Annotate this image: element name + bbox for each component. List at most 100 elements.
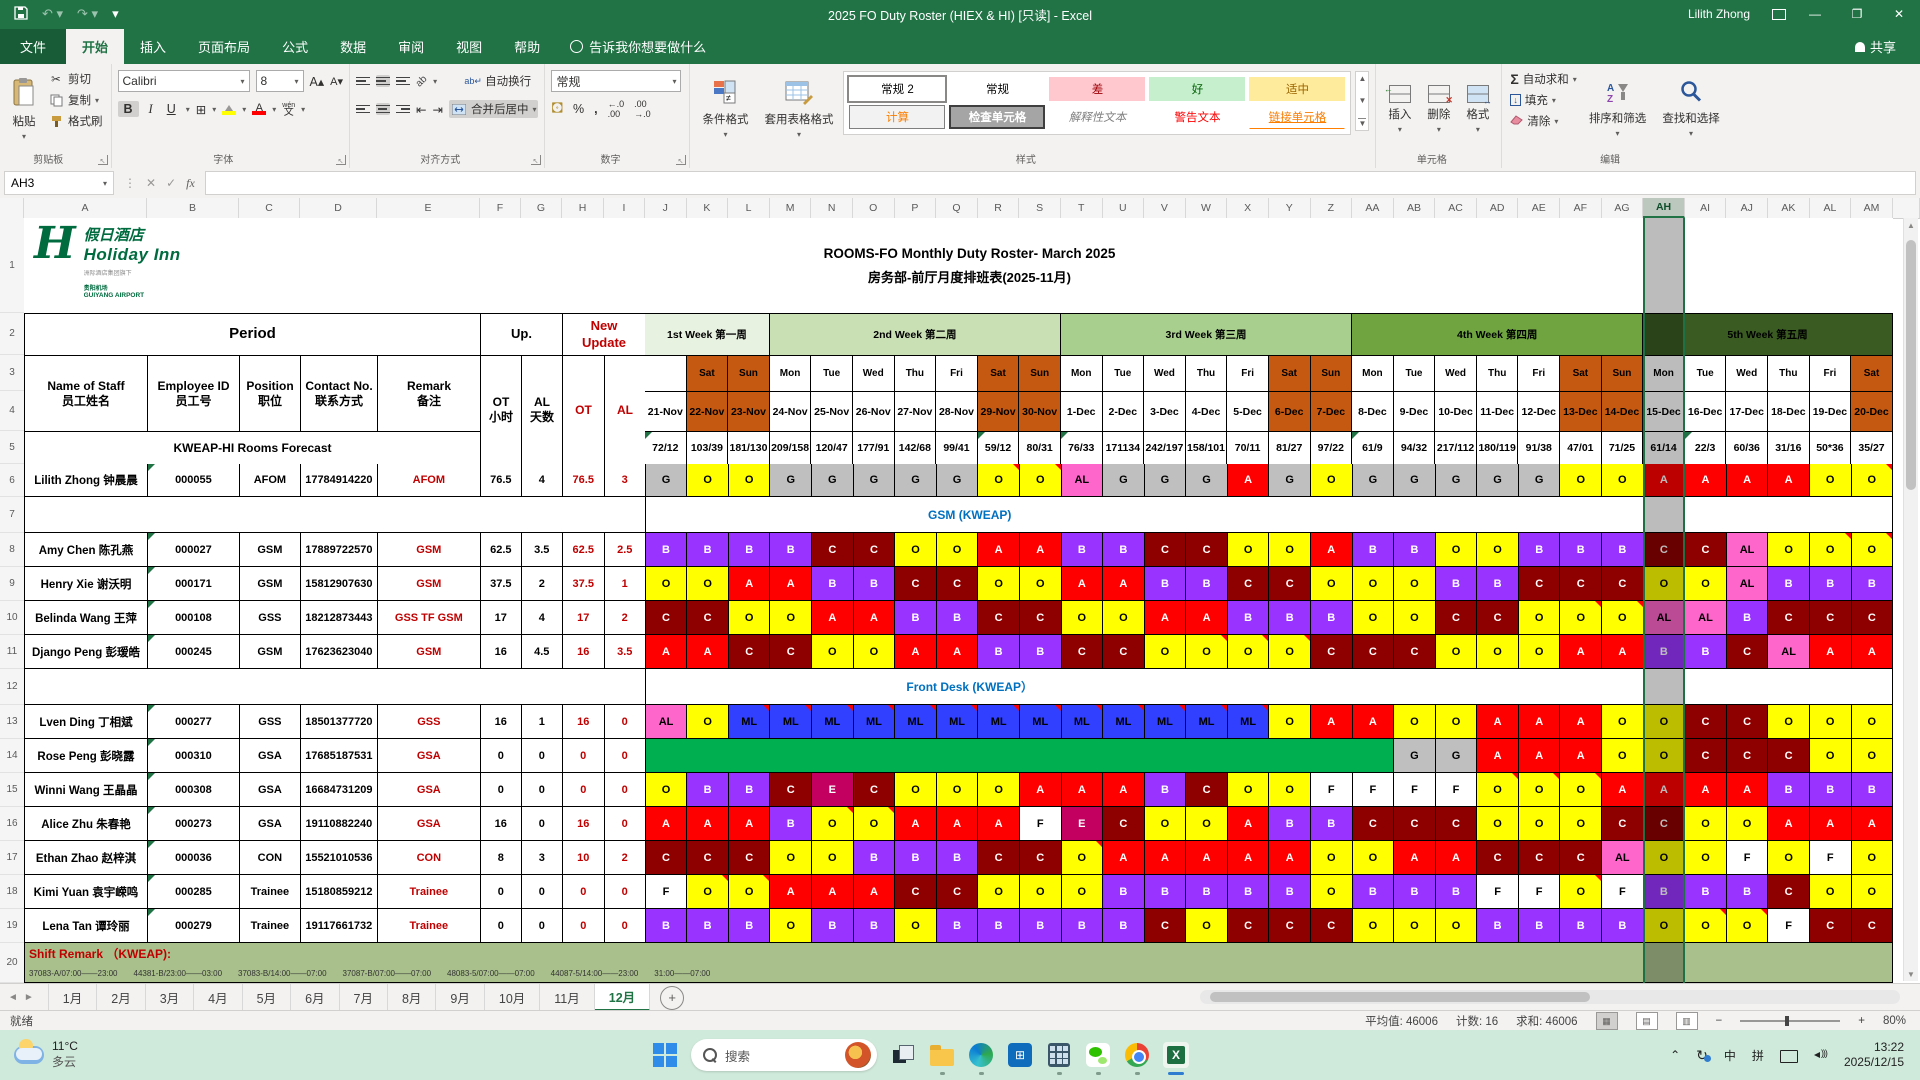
update-ot-cell[interactable]: 16 bbox=[563, 705, 605, 739]
shift-cell[interactable]: C bbox=[937, 567, 979, 601]
shift-cell[interactable]: B bbox=[1852, 567, 1894, 601]
update-al-cell[interactable]: 0 bbox=[605, 739, 646, 773]
shift-cell[interactable]: A bbox=[1768, 807, 1810, 841]
shift-cell[interactable]: O bbox=[1852, 533, 1894, 567]
shift-cell[interactable]: C bbox=[1852, 601, 1894, 635]
col-header-S[interactable]: S bbox=[1019, 198, 1061, 218]
day-header-15[interactable]: Fri bbox=[1227, 356, 1269, 392]
shift-cell[interactable]: A bbox=[1311, 705, 1353, 739]
day-header-27[interactable]: Wed bbox=[1726, 356, 1768, 392]
shift-cell[interactable]: C bbox=[1186, 533, 1228, 567]
decrease-indent-icon[interactable]: ⇤ bbox=[416, 102, 426, 117]
shift-cell[interactable]: C bbox=[1145, 533, 1187, 567]
shift-cell[interactable]: O bbox=[687, 567, 729, 601]
shift-cell[interactable]: A bbox=[1727, 773, 1769, 807]
shift-cell[interactable]: G bbox=[895, 464, 937, 497]
date-header-10-Dec[interactable]: 10-Dec bbox=[1435, 392, 1477, 432]
shift-cell[interactable]: B bbox=[1269, 875, 1311, 909]
shift-cell[interactable]: B bbox=[1436, 875, 1478, 909]
tell-me-search[interactable]: 告诉我你想要做什么 bbox=[556, 29, 720, 64]
day-header-4[interactable]: Mon bbox=[770, 356, 812, 392]
ot-hours-cell[interactable]: 0 bbox=[481, 909, 522, 943]
header-col-1[interactable]: Name of Staff员工姓名 bbox=[25, 356, 148, 432]
shift-cell[interactable]: ML bbox=[812, 705, 854, 739]
shift-cell[interactable]: O bbox=[812, 841, 854, 875]
shift-cell[interactable]: O bbox=[1311, 875, 1353, 909]
shift-cell[interactable]: ML bbox=[895, 705, 937, 739]
col-header-N[interactable]: N bbox=[811, 198, 853, 218]
shift-cell[interactable]: O bbox=[1062, 841, 1104, 875]
shift-cell[interactable]: O bbox=[1477, 807, 1519, 841]
page-layout-view-icon[interactable]: ▤ bbox=[1636, 1012, 1658, 1030]
shift-cell[interactable]: O bbox=[1228, 635, 1270, 669]
shift-cell[interactable]: B bbox=[1477, 909, 1519, 943]
shift-cell[interactable]: O bbox=[1436, 705, 1478, 739]
shift-cell[interactable]: B bbox=[1394, 875, 1436, 909]
left-header-block[interactable]: PeriodUp.NewUpdateName of Staff员工姓名Emplo… bbox=[24, 313, 646, 465]
update-al-cell[interactable]: 0 bbox=[605, 909, 646, 943]
remark-cell[interactable]: GSM bbox=[378, 635, 481, 669]
contact-no-cell[interactable]: 18501377720 bbox=[301, 705, 378, 739]
shift-cell[interactable]: E bbox=[812, 773, 854, 807]
day-header-13[interactable]: Wed bbox=[1144, 356, 1186, 392]
position-cell[interactable]: Trainee bbox=[240, 875, 301, 909]
day-header-6[interactable]: Wed bbox=[853, 356, 895, 392]
remark-cell[interactable]: Trainee bbox=[378, 875, 481, 909]
shift-cell[interactable]: G bbox=[1394, 464, 1436, 497]
page-break-view-icon[interactable]: ▥ bbox=[1676, 1012, 1698, 1030]
taskbar-clock[interactable]: 13:22 2025/12/15 bbox=[1844, 1040, 1904, 1070]
date-header-26-Nov[interactable]: 26-Nov bbox=[853, 392, 895, 432]
col-header-O[interactable]: O bbox=[853, 198, 895, 218]
shift-cell[interactable]: A bbox=[1477, 739, 1519, 773]
shift-cell[interactable]: F bbox=[1519, 875, 1561, 909]
date-header-16-Dec[interactable]: 16-Dec bbox=[1685, 392, 1727, 432]
day-header-5[interactable]: Tue bbox=[811, 356, 853, 392]
shift-cell[interactable]: C bbox=[1477, 601, 1519, 635]
forecast-cell-13[interactable]: 242/197 bbox=[1144, 432, 1186, 465]
date-header-6-Dec[interactable]: 6-Dec bbox=[1269, 392, 1311, 432]
row-header-3[interactable]: 3 bbox=[0, 355, 24, 391]
col-header-M[interactable]: M bbox=[770, 198, 812, 218]
date-header-4-Dec[interactable]: 4-Dec bbox=[1186, 392, 1228, 432]
style-gallery-item[interactable]: 适中 bbox=[1249, 77, 1345, 101]
shift-cell[interactable]: O bbox=[1269, 705, 1311, 739]
shift-cell[interactable]: B bbox=[937, 601, 979, 635]
shift-cell[interactable]: A bbox=[1228, 807, 1270, 841]
shift-cell[interactable]: B bbox=[1519, 533, 1561, 567]
contact-no-cell[interactable]: 16684731209 bbox=[301, 773, 378, 807]
number-dialog-launcher[interactable]: ↘ bbox=[676, 155, 686, 165]
shift-cell[interactable]: O bbox=[937, 773, 979, 807]
header-col-3[interactable]: Position职位 bbox=[240, 356, 301, 432]
shift-cell[interactable]: O bbox=[978, 567, 1020, 601]
italic-button[interactable]: I bbox=[145, 101, 157, 118]
shift-cell[interactable]: C bbox=[1727, 635, 1769, 669]
shift-cell[interactable]: A bbox=[687, 807, 729, 841]
forecast-cell-1[interactable]: 72/12 bbox=[645, 432, 687, 465]
shift-cell[interactable]: B bbox=[1519, 909, 1561, 943]
staff-name-cell[interactable]: Django Peng 彭瑷皓 bbox=[25, 635, 148, 669]
staff-name-cell[interactable]: Kimi Yuan 袁宇嵘鸣 bbox=[25, 875, 148, 909]
shift-cell[interactable]: B bbox=[1436, 567, 1478, 601]
update-al-cell[interactable]: 0 bbox=[605, 773, 646, 807]
shift-cell[interactable]: C bbox=[1020, 601, 1062, 635]
day-header-19[interactable]: Tue bbox=[1394, 356, 1436, 392]
font-size-combo[interactable]: 8▾ bbox=[256, 70, 304, 92]
shift-cell[interactable]: A bbox=[1228, 841, 1270, 875]
shift-cell[interactable]: C bbox=[1394, 635, 1436, 669]
shift-cell[interactable]: G bbox=[1477, 464, 1519, 497]
al-days-cell[interactable]: 4 bbox=[522, 464, 563, 497]
shift-cell[interactable]: B bbox=[1269, 807, 1311, 841]
update-ot-cell[interactable]: 0 bbox=[563, 909, 605, 943]
remark-cell[interactable]: GSA bbox=[378, 807, 481, 841]
shift-cell[interactable]: B bbox=[729, 533, 771, 567]
shift-cell[interactable]: O bbox=[1602, 739, 1644, 773]
employee-id-cell[interactable]: 000055 bbox=[148, 464, 240, 497]
date-header-8-Dec[interactable]: 8-Dec bbox=[1352, 392, 1394, 432]
col-header-A[interactable]: A bbox=[24, 198, 147, 218]
shift-cell[interactable]: O bbox=[1852, 705, 1894, 739]
date-header-12-Dec[interactable]: 12-Dec bbox=[1518, 392, 1560, 432]
shift-cell[interactable]: B bbox=[687, 909, 729, 943]
shift-cell[interactable]: AL bbox=[1685, 601, 1727, 635]
ot-hours-cell[interactable]: 8 bbox=[481, 841, 522, 875]
shift-cell[interactable]: O bbox=[854, 807, 896, 841]
